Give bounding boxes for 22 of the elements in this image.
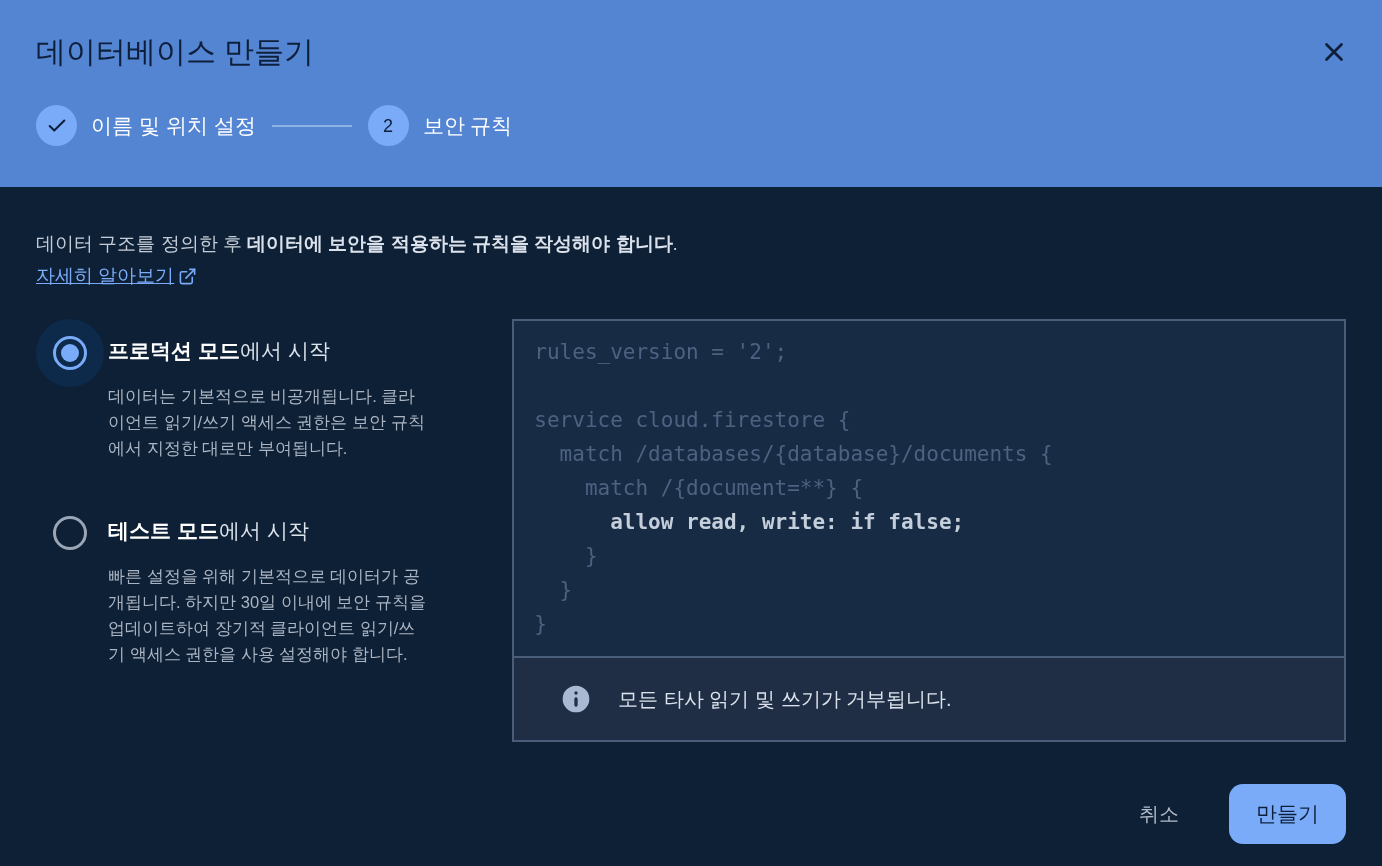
step-label: 보안 규칙 <box>422 112 513 139</box>
mode-description: 데이터는 기본적으로 비공개됩니다. 클라이언트 읽기/쓰기 액세스 권한은 보안 규칙에서 지정한 대로만 부여됩니다. <box>108 386 426 459</box>
step-label: 이름 및 위치 설정 <box>91 112 256 139</box>
step-number: 2 <box>383 114 393 138</box>
code-line: allow read, write: if false; <box>609 509 965 536</box>
dialog-title: 데이터베이스 만들기 <box>36 34 315 70</box>
mode-description: 빠른 설정을 위해 기본적으로 데이터가 공개됩니다. 하지만 30일 이내에 보안 규칙을 업데이트하여 장기적 클라이언트 읽기/쓰기 액세스 권한을 사용 설정해야 합니다. <box>108 566 427 665</box>
code-line: } <box>534 611 547 638</box>
cancel-button[interactable]: 취소 <box>1119 784 1199 844</box>
code-line: rules_version = '2'; <box>534 339 788 366</box>
intro-text: 데이터 구조를 정의한 후 데이터에 보안을 적용하는 규칙을 작성해야 합니다. <box>36 232 679 256</box>
mode-title: 테스트 모드에서 시작 <box>108 518 310 544</box>
external-link-icon <box>178 266 198 286</box>
learn-more-link[interactable]: 자세히 알아보기 <box>36 262 198 290</box>
mode-title: 프로덕션 모드에서 시작 <box>108 338 331 364</box>
code-line: match /databases/{database}/documents { <box>558 441 1053 468</box>
code-line: match /{document=**} { <box>583 475 864 502</box>
create-button[interactable]: 만들기 <box>1229 784 1346 844</box>
notice-text: 모든 타사 읽기 및 쓰기가 거부됩니다. <box>618 687 952 712</box>
code-line: } <box>558 577 573 604</box>
code-line: service cloud.firestore { <box>534 407 851 434</box>
code-line: } <box>583 543 598 570</box>
